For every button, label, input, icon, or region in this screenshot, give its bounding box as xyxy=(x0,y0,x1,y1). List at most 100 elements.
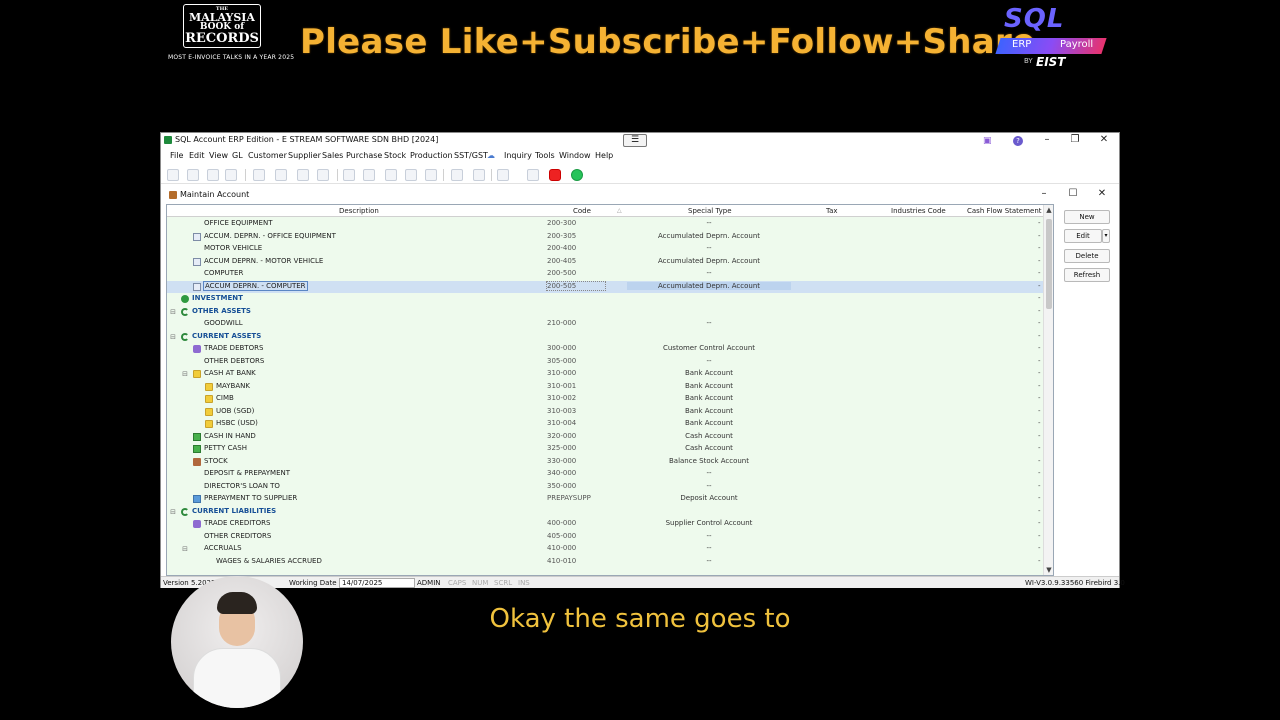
table-row[interactable]: PREPAYMENT TO SUPPLIER PREPAYSUPP Deposit … xyxy=(167,493,1043,506)
cancel-doc-icon[interactable] xyxy=(405,169,417,181)
store-icon[interactable]: ▣ xyxy=(983,136,992,146)
col-tax[interactable]: Tax xyxy=(826,207,838,215)
vertical-scrollbar[interactable]: ▲ ▼ xyxy=(1043,205,1053,575)
table-row[interactable]: WAGES & SALARIES ACCRUED 410-010 -- - xyxy=(167,556,1043,569)
cash-flow-value: - xyxy=(1038,281,1041,290)
table-row[interactable]: GOODWILL 210-000 -- - xyxy=(167,318,1043,331)
scroll-thumb[interactable] xyxy=(1046,219,1052,309)
folder-icon xyxy=(205,407,213,416)
table-row[interactable]: ACCUM. DEPRN. - OFFICE EQUIPMENT 200-305 A… xyxy=(167,231,1043,244)
menu-customer[interactable]: Customer xyxy=(248,151,287,160)
last-record-icon[interactable] xyxy=(317,169,329,181)
table-row[interactable]: CASH IN HAND 320-000 Cash Account - xyxy=(167,431,1043,444)
table-row[interactable]: COMPUTER 200-500 -- - xyxy=(167,268,1043,281)
table-row[interactable]: PETTY CASH 325-000 Cash Account - xyxy=(167,443,1043,456)
col-description[interactable]: Description xyxy=(339,207,379,215)
col-industries-code[interactable]: Industries Code xyxy=(891,207,946,215)
hamburger-menu-button[interactable]: ☰ xyxy=(623,134,647,147)
tree-collapse-icon[interactable]: ⊟ xyxy=(181,545,189,553)
undo-icon[interactable] xyxy=(207,169,219,181)
table-row[interactable]: TRADE DEBTORS 300-000 Customer Control Acc… xyxy=(167,343,1043,356)
prev-record-icon[interactable] xyxy=(275,169,287,181)
table-row[interactable]: UOB (SGD) 310-003 Bank Account - xyxy=(167,406,1043,419)
tree-collapse-icon[interactable]: ⊟ xyxy=(169,333,177,341)
scroll-down-icon[interactable]: ▼ xyxy=(1044,565,1053,575)
menu-tools[interactable]: Tools xyxy=(535,151,555,160)
table-row[interactable]: MAYBANK 310-001 Bank Account - xyxy=(167,381,1043,394)
table-row[interactable]: ⊟ CASH AT BANK 310-000 Bank Account - xyxy=(167,368,1043,381)
table-row[interactable]: ⊟ ACCRUALS 410-000 -- - xyxy=(167,543,1043,556)
next-record-icon[interactable] xyxy=(297,169,309,181)
save-doc-icon[interactable] xyxy=(385,169,397,181)
menu-purchase[interactable]: Purchase xyxy=(346,151,382,160)
scroll-up-icon[interactable]: ▲ xyxy=(1044,205,1053,215)
delete-button[interactable]: Delete xyxy=(1064,249,1110,263)
tree-collapse-icon[interactable]: ⊟ xyxy=(169,308,177,316)
minimize-button[interactable]: – xyxy=(1033,134,1061,146)
special-type: -- xyxy=(706,269,712,277)
table-row[interactable]: DIRECTOR'S LOAN TO 350-000 -- - xyxy=(167,481,1043,494)
close-button[interactable]: ✕ xyxy=(1090,134,1118,146)
child-titlebar[interactable]: Maintain Account – ☐ ✕ xyxy=(166,188,1116,202)
menu-gl[interactable]: GL xyxy=(232,151,243,160)
table-row[interactable]: STOCK 330-000 Balance Stock Account - xyxy=(167,456,1043,469)
child-maximize-button[interactable]: ☐ xyxy=(1059,188,1087,200)
menu-inquiry[interactable]: Inquiry xyxy=(504,151,532,160)
table-row[interactable]: CIMB 310-002 Bank Account - xyxy=(167,393,1043,406)
menu-help[interactable]: Help xyxy=(595,151,613,160)
table-row[interactable]: ⊟ CURRENT LIABILITIES - xyxy=(167,506,1043,519)
child-minimize-button[interactable]: – xyxy=(1030,188,1058,200)
account-code: 310-001 xyxy=(547,381,577,390)
tree-collapse-icon[interactable]: ⊟ xyxy=(169,508,177,516)
refresh-icon[interactable] xyxy=(473,169,485,181)
child-close-button[interactable]: ✕ xyxy=(1088,188,1116,200)
print-icon[interactable] xyxy=(497,169,509,181)
col-special-type[interactable]: Special Type xyxy=(688,207,732,215)
table-row[interactable]: OTHER DEBTORS 305-000 -- - xyxy=(167,356,1043,369)
help-icon[interactable]: ? xyxy=(1013,136,1023,146)
pin-icon[interactable] xyxy=(187,169,199,181)
table-row[interactable]: MOTOR VEHICLE 200-400 -- - xyxy=(167,243,1043,256)
first-record-icon[interactable] xyxy=(253,169,265,181)
preview-icon[interactable] xyxy=(527,169,539,181)
menu-file[interactable]: File xyxy=(170,151,183,160)
table-row[interactable]: OTHER CREDITORS 405-000 -- - xyxy=(167,531,1043,544)
table-row[interactable]: ⊟ CURRENT ASSETS - xyxy=(167,331,1043,344)
table-row[interactable]: ACCUM DEPRN. - MOTOR VEHICLE 200-405 Accum… xyxy=(167,256,1043,269)
menu-production[interactable]: Production xyxy=(410,151,453,160)
delete-doc-icon[interactable] xyxy=(425,169,437,181)
cloud-icon[interactable]: ☁ xyxy=(487,151,495,160)
restore-button[interactable]: ❐ xyxy=(1061,134,1089,146)
copy-icon[interactable] xyxy=(225,169,237,181)
menu-view[interactable]: View xyxy=(209,151,228,160)
youtube-icon[interactable] xyxy=(549,169,561,181)
edit-button[interactable]: Edit xyxy=(1064,229,1102,243)
table-row[interactable]: ACCUM DEPRN. - COMPUTER 200-505 Accumulate… xyxy=(167,280,1043,293)
refresh-button[interactable]: Refresh xyxy=(1064,268,1110,282)
menu-edit[interactable]: Edit xyxy=(189,151,205,160)
edit-doc-icon[interactable] xyxy=(363,169,375,181)
edit-dropdown-icon[interactable]: ▾ xyxy=(1102,229,1110,243)
menu-supplier[interactable]: Supplier xyxy=(288,151,321,160)
working-date-field[interactable]: 14/07/2025 xyxy=(339,578,415,588)
table-row[interactable]: ⊟ OTHER ASSETS - xyxy=(167,306,1043,319)
tree-collapse-icon[interactable]: ⊟ xyxy=(181,370,189,378)
home-icon[interactable] xyxy=(167,169,179,181)
menu-sst-gst[interactable]: SST/GST xyxy=(454,151,488,160)
table-row[interactable]: HSBC (USD) 310-004 Bank Account - xyxy=(167,418,1043,431)
menu-window[interactable]: Window xyxy=(559,151,591,160)
new-doc-icon[interactable] xyxy=(343,169,355,181)
col-cash-flow-statement[interactable]: Cash Flow Statement xyxy=(967,207,1042,215)
col-code[interactable]: Code xyxy=(573,207,591,215)
table-row[interactable]: OFFICE EQUIPMENT 200-300 -- - xyxy=(167,218,1043,231)
search-icon[interactable] xyxy=(451,169,463,181)
table-row[interactable]: TRADE CREDITORS 400-000 Supplier Control A… xyxy=(167,518,1043,531)
menu-sales[interactable]: Sales xyxy=(322,151,343,160)
cash-flow-value: - xyxy=(1038,556,1041,565)
whatsapp-icon[interactable] xyxy=(571,169,583,181)
table-row[interactable]: INVESTMENT - xyxy=(167,293,1043,306)
table-row[interactable]: DEPOSIT & PREPAYMENT 340-000 -- - xyxy=(167,468,1043,481)
new-button[interactable]: New xyxy=(1064,210,1110,224)
window-titlebar[interactable]: SQL Account ERP Edition - E STREAM SOFTW… xyxy=(161,133,1119,147)
menu-stock[interactable]: Stock xyxy=(384,151,406,160)
